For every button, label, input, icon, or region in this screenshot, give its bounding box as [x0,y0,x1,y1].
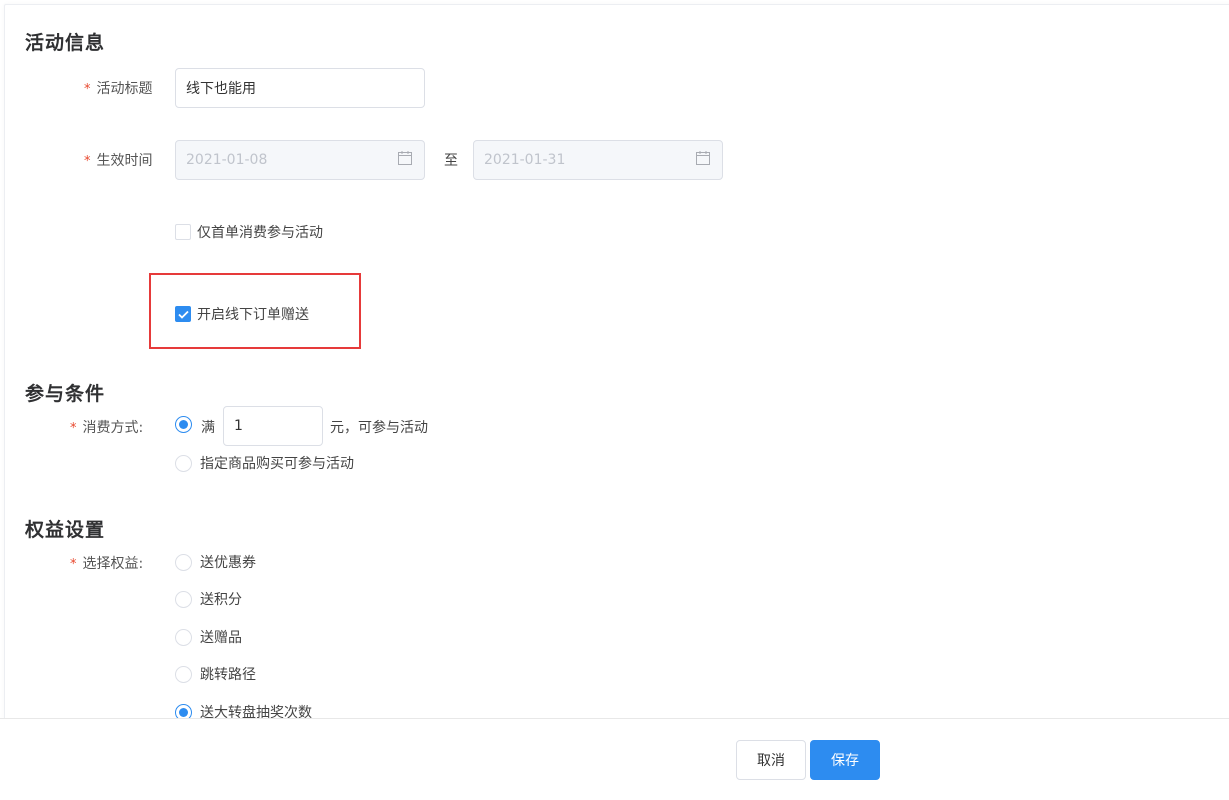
required-mark: * [84,154,91,169]
end-date-picker[interactable]: 2021-01-31 [473,140,723,180]
radio-dot [179,420,188,429]
calendar-icon [398,151,412,165]
required-mark: * [70,421,77,436]
cancel-button[interactable]: 取消 [736,740,806,780]
end-date-value: 2021-01-31 [484,152,566,168]
benefit-label-points: 送积分 [200,592,242,608]
benefit-label-coupon: 送优惠券 [200,555,256,571]
footer-bar: 取消 保存 [0,718,1229,800]
benefit-option-points[interactable]: 送积分 [175,589,242,609]
required-mark: * [70,557,77,572]
activity-title-label: * 活动标题 [84,78,153,98]
option-specified-goods[interactable]: 指定商品购买可参与活动 [175,453,354,473]
section-title-conditions: 参与条件 [25,383,106,405]
offline-order-checkbox[interactable] [175,306,191,322]
benefit-radio-jump-path[interactable] [175,665,192,683]
start-date-value: 2021-01-08 [186,152,268,168]
calendar-icon [696,151,710,165]
benefit-radio-coupon[interactable] [175,553,192,571]
activity-title-label-text: 活动标题 [96,81,153,97]
section-title-activity-info: 活动信息 [25,32,106,54]
option-full-suffix: 元，可参与活动 [330,420,428,436]
first-order-only-checkbox[interactable] [175,224,191,240]
activity-title-input[interactable]: 线下也能用 [175,68,425,108]
option-full-radio[interactable] [175,416,192,433]
effective-time-label-text: 生效时间 [96,153,153,169]
first-order-only-label: 仅首单消费参与活动 [197,225,323,241]
option-full-radio-wrap[interactable] [175,416,192,433]
consume-method-label-text: 消费方式: [82,420,144,436]
radio-dot [179,707,188,717]
full-amount-value: 1 [234,418,243,434]
benefit-radio-gift[interactable] [175,628,192,646]
required-mark: * [84,82,91,97]
full-amount-input[interactable]: 1 [223,406,323,446]
section-title-benefits: 权益设置 [25,519,106,541]
option-specified-goods-label: 指定商品购买可参与活动 [200,456,354,472]
benefit-label-jump-path: 跳转路径 [200,667,256,683]
consume-method-label: * 消费方式: [70,417,143,437]
effective-time-label: * 生效时间 [84,150,153,170]
select-benefit-label: * 选择权益: [70,553,143,573]
benefit-option-coupon[interactable]: 送优惠券 [175,552,256,572]
form-card [4,4,1229,721]
start-date-picker[interactable]: 2021-01-08 [175,140,425,180]
save-button[interactable]: 保存 [810,740,880,780]
benefit-option-jump-path[interactable]: 跳转路径 [175,664,256,684]
option-full-prefix: 满 [201,420,215,436]
benefit-radio-points[interactable] [175,590,192,608]
benefit-label-gift: 送赠品 [200,630,242,646]
option-specified-goods-radio[interactable] [175,454,192,472]
select-benefit-label-text: 选择权益: [82,556,144,572]
offline-order-label: 开启线下订单赠送 [197,307,309,323]
date-range-separator: 至 [444,153,458,169]
checkmark-icon [177,310,189,319]
activity-title-value: 线下也能用 [186,81,256,97]
benefit-option-gift[interactable]: 送赠品 [175,627,242,647]
first-order-only-option[interactable]: 仅首单消费参与活动 [175,222,323,242]
offline-order-option[interactable]: 开启线下订单赠送 [175,304,309,324]
